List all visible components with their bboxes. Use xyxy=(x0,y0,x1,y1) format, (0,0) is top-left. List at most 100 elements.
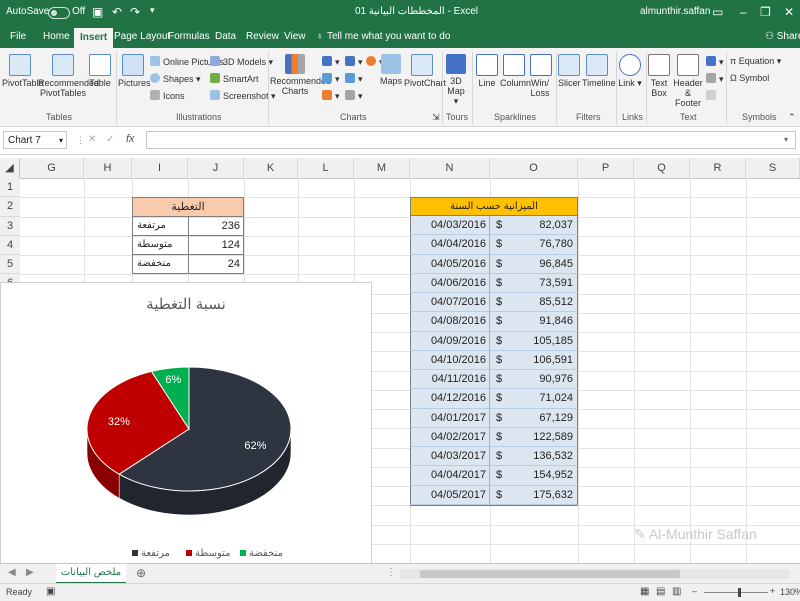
zoom-level[interactable]: 130% xyxy=(780,587,800,597)
tab-review[interactable]: Review xyxy=(246,31,279,42)
budget-date-cell[interactable]: 04/11/2016 xyxy=(410,370,490,390)
formula-input[interactable] xyxy=(146,131,796,149)
budget-amount-cell[interactable]: $105,185 xyxy=(490,331,578,351)
close-icon[interactable]: ✕ xyxy=(784,5,794,19)
add-sheet-icon[interactable]: ⊕ xyxy=(136,566,146,580)
column-header-p[interactable]: P xyxy=(578,158,634,178)
budget-date-cell[interactable]: 04/04/2016 xyxy=(410,235,490,255)
line-chart-button[interactable]: ▾ xyxy=(345,56,363,68)
pie-chart[interactable]: نسبة التغطية 62% 32% 6% مرتفعة متوسطة منخفضة xyxy=(0,282,372,564)
confirm-entry-icon[interactable]: ✓ xyxy=(106,134,114,145)
budget-date-cell[interactable]: 04/12/2016 xyxy=(410,389,490,409)
horizontal-scrollbar-thumb[interactable] xyxy=(420,570,680,578)
recommended-charts-button[interactable]: Recommended Charts xyxy=(270,54,331,96)
coverage-label-cell[interactable]: متوسطة xyxy=(132,235,189,255)
coverage-value-cell[interactable]: 236 xyxy=(188,216,244,236)
legend-entry[interactable]: مرتفعة xyxy=(141,548,170,559)
budget-amount-cell[interactable]: $96,845 xyxy=(490,254,578,274)
column-header-s[interactable]: S xyxy=(746,158,800,178)
row-header[interactable]: 5 xyxy=(0,255,20,275)
redo-icon[interactable]: ↷ xyxy=(130,5,140,19)
pie-data-label[interactable]: 6% xyxy=(165,374,181,386)
budget-amount-cell[interactable]: $71,024 xyxy=(490,389,578,409)
signature-line-button[interactable]: ▾ xyxy=(706,73,724,85)
chart-legend[interactable]: مرتفعة متوسطة منخفضة xyxy=(132,548,283,559)
budget-amount-cell[interactable]: $154,952 xyxy=(490,466,578,486)
zoom-in-icon[interactable]: + xyxy=(770,586,775,596)
column-header-o[interactable]: O xyxy=(490,158,578,178)
screenshot-button[interactable]: Screenshot ▾ xyxy=(210,90,276,102)
budget-amount-cell[interactable]: $82,037 xyxy=(490,216,578,236)
budget-date-cell[interactable]: 04/05/2017 xyxy=(410,485,490,505)
statistic-chart-button[interactable]: ▾ xyxy=(345,73,363,85)
budget-table-header[interactable]: الميزانية حسب السنة xyxy=(410,197,578,216)
name-box-dropdown-icon[interactable]: ▾ xyxy=(59,132,63,150)
recommended-pivottables-button[interactable]: Recommended PivotTables xyxy=(38,54,99,98)
horizontal-scrollbar[interactable] xyxy=(400,569,790,579)
pivotchart-button[interactable]: PivotChart xyxy=(404,54,446,88)
collapse-ribbon-icon[interactable]: ⌃ xyxy=(788,112,796,123)
symbol-button[interactable]: Ω Symbol xyxy=(730,73,769,83)
coverage-value-cell[interactable]: 24 xyxy=(188,254,244,274)
insert-function-icon[interactable]: fx xyxy=(126,133,135,145)
header-footer-button[interactable]: Header & Footer xyxy=(672,54,704,108)
cancel-entry-icon[interactable]: ✕ xyxy=(88,134,96,145)
tab-view[interactable]: View xyxy=(284,31,306,42)
column-header-r[interactable]: R xyxy=(690,158,746,178)
row-header[interactable]: 2 xyxy=(0,197,20,217)
coverage-value-cell[interactable]: 124 xyxy=(188,235,244,255)
tab-formulas[interactable]: Formulas xyxy=(168,31,210,42)
scroll-right-icon[interactable]: ▶ xyxy=(26,567,34,578)
column-header-m[interactable]: M xyxy=(354,158,410,178)
tell-me-search[interactable]: Tell me what you want to do xyxy=(327,31,450,42)
wordart-button[interactable]: ▾ xyxy=(706,56,724,68)
pie-data-label[interactable]: 32% xyxy=(108,416,130,428)
page-break-view-icon[interactable]: ▥ xyxy=(672,586,681,597)
macro-record-icon[interactable]: ▣ xyxy=(46,586,55,597)
zoom-slider[interactable] xyxy=(704,588,768,597)
legend-entry[interactable]: متوسطة xyxy=(195,548,230,559)
column-header-g[interactable]: G xyxy=(20,158,84,178)
3d-models-button[interactable]: 3D Models ▾ xyxy=(210,56,273,68)
budget-date-cell[interactable]: 04/08/2016 xyxy=(410,312,490,332)
budget-amount-cell[interactable]: $85,512 xyxy=(490,293,578,313)
budget-date-cell[interactable]: 04/01/2017 xyxy=(410,408,490,428)
hierarchy-chart-button[interactable]: ▾ xyxy=(322,73,340,85)
budget-date-cell[interactable]: 04/09/2016 xyxy=(410,331,490,351)
share-button[interactable]: ⚇ Share xyxy=(765,31,800,42)
tab-split-icon[interactable]: ⋮ xyxy=(386,567,396,578)
sparkline-line-button[interactable]: Line xyxy=(476,54,498,88)
budget-date-cell[interactable]: 04/02/2017 xyxy=(410,427,490,447)
sparkline-column-button[interactable]: Column xyxy=(500,54,531,88)
select-all-corner[interactable]: ◢ xyxy=(0,158,20,178)
sparkline-winloss-button[interactable]: Win/ Loss xyxy=(530,54,552,98)
budget-date-cell[interactable]: 04/07/2016 xyxy=(410,293,490,313)
pictures-button[interactable]: Pictures xyxy=(118,54,151,88)
budget-date-cell[interactable]: 04/04/2017 xyxy=(410,466,490,486)
column-header-h[interactable]: H xyxy=(84,158,132,178)
icons-button[interactable]: Icons xyxy=(150,90,185,101)
maps-button[interactable]: Maps xyxy=(380,54,402,86)
equation-button[interactable]: π Equation ▾ xyxy=(730,56,781,67)
expand-formula-bar-icon[interactable]: ▾ xyxy=(784,135,788,144)
budget-date-cell[interactable]: 04/03/2017 xyxy=(410,447,490,467)
budget-amount-cell[interactable]: $90,976 xyxy=(490,370,578,390)
charts-dialog-launcher-icon[interactable]: ⇲ xyxy=(432,112,440,123)
scatter-chart-button[interactable]: ▾ xyxy=(345,90,363,102)
name-box[interactable]: Chart 7 ▾ xyxy=(3,131,67,149)
page-layout-view-icon[interactable]: ▤ xyxy=(656,586,665,597)
column-header-i[interactable]: I xyxy=(132,158,188,178)
coverage-label-cell[interactable]: منخفضة xyxy=(132,254,189,274)
coverage-table-header[interactable]: التغطية xyxy=(132,197,244,217)
budget-amount-cell[interactable]: $76,780 xyxy=(490,235,578,255)
object-button[interactable] xyxy=(706,90,719,101)
budget-amount-cell[interactable]: $175,632 xyxy=(490,485,578,505)
column-header-k[interactable]: K xyxy=(244,158,298,178)
tab-data[interactable]: Data xyxy=(215,31,236,42)
save-icon[interactable]: ▣ xyxy=(92,5,103,19)
column-header-j[interactable]: J xyxy=(188,158,244,178)
budget-amount-cell[interactable]: $67,129 xyxy=(490,408,578,428)
combo-chart-button[interactable]: ▾ xyxy=(322,90,340,102)
timeline-button[interactable]: Timeline xyxy=(582,54,616,88)
budget-date-cell[interactable]: 04/06/2016 xyxy=(410,273,490,293)
